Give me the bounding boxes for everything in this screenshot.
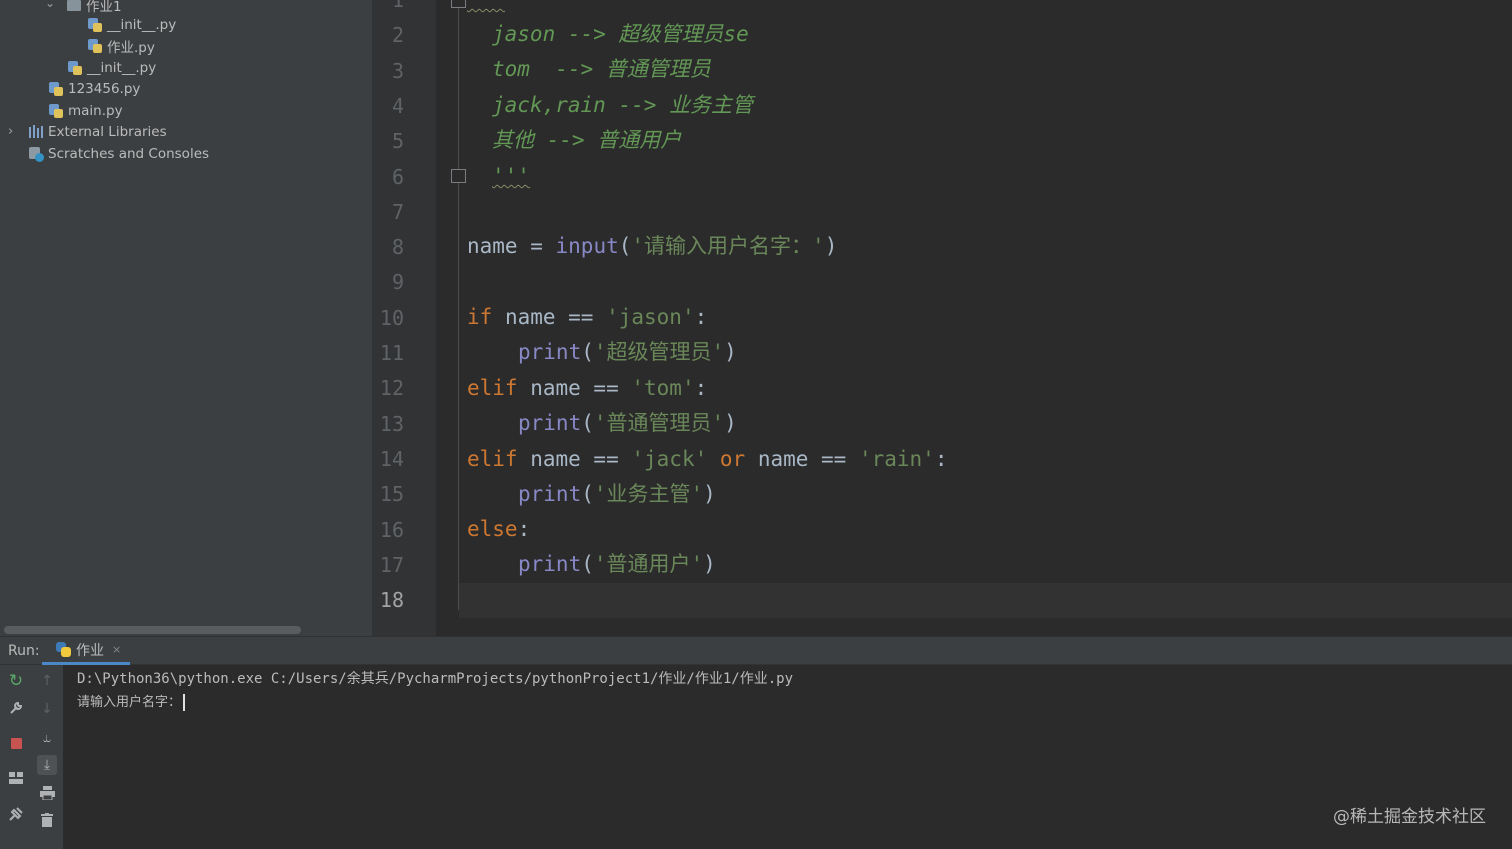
code-line: print('超级管理员') — [518, 340, 737, 364]
line-number: 13 — [379, 411, 404, 436]
layout-icon[interactable] — [6, 768, 26, 788]
line-number: 8 — [391, 235, 404, 260]
line-number: 6 — [391, 164, 404, 189]
watermark: @稀土掘金技术社区 — [1333, 807, 1486, 827]
code-line: elif name == 'jack' or name == 'rain': — [467, 447, 948, 471]
line-number: 3 — [391, 58, 404, 83]
tree-item-label: __init__.py — [107, 16, 177, 33]
line-number: 11 — [379, 341, 404, 365]
tree-item-file[interactable]: __init__.py — [87, 14, 176, 35]
line-number: 7 — [391, 199, 404, 224]
arrow-down-icon[interactable]: ↓ — [37, 699, 57, 719]
line-number: 5 — [391, 129, 404, 154]
tree-item-file[interactable]: 作业.py — [87, 35, 155, 56]
tree-item-file[interactable]: 123456.py — [48, 78, 140, 99]
python-file-icon — [67, 60, 83, 76]
line-number: 10 — [379, 305, 404, 330]
code-line: ''' — [492, 164, 530, 188]
current-line-highlight — [459, 583, 1512, 618]
code-line: ''' — [467, 0, 505, 12]
line-number: 15 — [379, 482, 404, 507]
line-number: 4 — [391, 93, 404, 118]
soft-wrap-icon[interactable]: ⥿ — [37, 728, 57, 748]
tree-item-file[interactable]: __init__.py — [67, 57, 156, 78]
fold-marker-icon[interactable] — [451, 0, 466, 8]
line-number: 14 — [379, 446, 404, 471]
code-line: jack,rain --> 业务主管 — [492, 93, 754, 117]
code-line: print('业务主管') — [518, 482, 716, 506]
fold-guide — [458, 4, 459, 610]
console-line-command: D:\Python36\python.exe C:/Users/余其兵/Pych… — [77, 671, 794, 687]
line-number: 18 — [379, 588, 404, 613]
tree-item-label: 作业.py — [107, 39, 155, 56]
python-file-icon — [48, 103, 64, 119]
line-number: 9 — [391, 270, 404, 295]
library-icon — [28, 124, 44, 140]
tree-item-label: Scratches and Consoles — [48, 145, 210, 162]
tree-item-scratches[interactable]: Scratches and Consoles — [28, 143, 209, 164]
code-line: jason --> 超级管理员se — [492, 22, 749, 46]
tree-item-label: 作业1 — [86, 0, 122, 15]
stop-icon[interactable] — [6, 733, 26, 753]
code-line: else: — [467, 517, 531, 541]
line-number: 2 — [391, 23, 404, 48]
scratches-icon — [28, 146, 44, 162]
run-label: Run: — [8, 643, 40, 659]
tree-item-label: __init__.py — [87, 59, 157, 76]
chevron-right-icon[interactable]: › — [8, 124, 28, 139]
rerun-icon[interactable]: ↻ — [6, 671, 26, 691]
code-line: if name == 'jason': — [467, 305, 708, 329]
scroll-to-end-icon[interactable]: ⤓ — [37, 755, 57, 775]
run-toolbar: ↻ ↑ ↓ ⥿ ⤓ — [0, 665, 63, 849]
tree-item-file[interactable]: main.py — [48, 100, 123, 121]
line-number: 1 — [391, 0, 404, 12]
python-icon — [56, 642, 71, 657]
pin-icon[interactable] — [6, 804, 26, 824]
code-line: print('普通用户') — [518, 552, 716, 576]
tree-item-label: main.py — [68, 102, 123, 119]
project-tree: ⌄ 作业1 __init__.py 作业.py __init__.py 1234… — [0, 0, 372, 636]
line-number: 12 — [379, 376, 404, 401]
folder-icon — [66, 0, 82, 13]
line-number: 17 — [379, 552, 404, 577]
close-icon[interactable]: × — [112, 643, 121, 656]
code-line: tom --> 普通管理员 — [492, 57, 711, 81]
wrench-icon[interactable] — [6, 698, 26, 718]
tree-item-external-libraries[interactable]: › External Libraries — [8, 121, 167, 142]
run-panel-header: Run: 作业 × — [0, 636, 1512, 665]
code-line: elif name == 'tom': — [467, 376, 708, 400]
python-file-icon — [87, 17, 103, 33]
run-tab-label: 作业 — [76, 642, 104, 659]
code-line: 其他 --> 普通用户 — [492, 128, 682, 152]
console-line-prompt: 请输入用户名字： — [77, 691, 186, 711]
run-tab[interactable]: 作业 × — [42, 637, 130, 665]
fold-marker-icon[interactable] — [451, 169, 466, 183]
python-file-icon — [48, 81, 64, 97]
text-caret — [183, 694, 186, 711]
tree-item-folder[interactable]: ⌄ 作业1 — [45, 0, 122, 15]
arrow-up-icon[interactable]: ↑ — [37, 671, 57, 691]
console-output[interactable] — [63, 665, 1512, 849]
line-number: 16 — [379, 517, 404, 542]
code-line: name = input('请输入用户名字：') — [467, 234, 838, 258]
tree-item-label: 123456.py — [68, 80, 141, 97]
print-icon[interactable] — [37, 783, 57, 803]
code-line: print('普通管理员') — [518, 411, 737, 435]
trash-icon[interactable] — [37, 810, 57, 830]
horizontal-scrollbar[interactable] — [4, 626, 301, 634]
tree-item-label: External Libraries — [48, 123, 167, 140]
python-file-icon — [87, 38, 103, 54]
chevron-down-icon[interactable]: ⌄ — [45, 0, 55, 10]
